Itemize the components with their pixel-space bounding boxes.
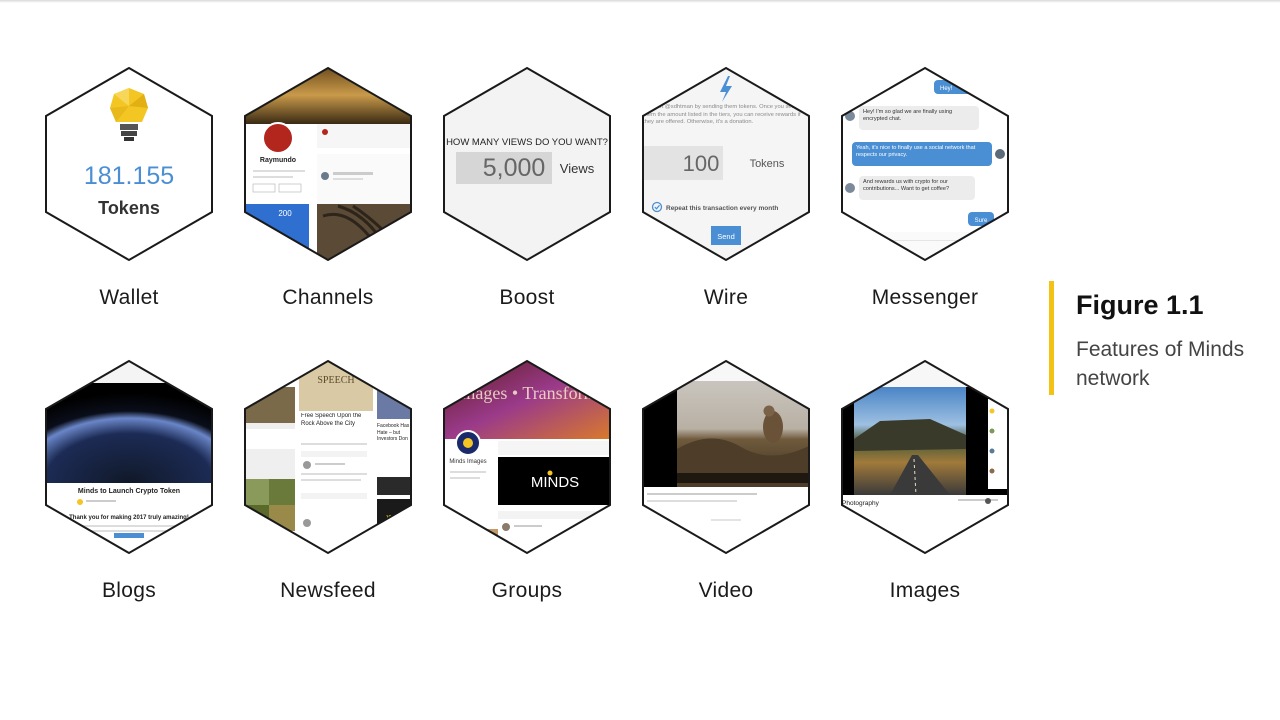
feature-label-channels: Channels [282,286,374,309]
figure-subtitle: Features of Minds network [1076,338,1245,390]
wire-intro-text: Support @sdhtman by sending them tokens.… [643,104,801,125]
boost-hexagon[interactable]: HOW MANY VIEWS DO YOU WANT? 5,000 Views [442,66,612,262]
messenger-hexagon[interactable]: Hey! Hey! I'm so glad we are finally usi… [840,66,1010,262]
svg-text:200: 200 [278,209,292,218]
feature-label-boost: Boost [499,286,555,309]
hawk-figure [763,411,783,443]
video-hexagon[interactable] [641,359,811,555]
send-button-label: Send [717,232,735,241]
blogs-hexagon[interactable]: Minds to Launch Crypto Token Thank you f… [44,359,214,555]
svg-text:Minds • Images • Transform • C: Minds • Images • Transform • Create [394,383,660,403]
wire-amount-unit: Tokens [750,158,785,170]
boost-question: HOW MANY VIEWS DO YOU WANT? [446,137,608,148]
boost-views-unit: Views [560,161,595,176]
feature-label-groups: Groups [491,579,563,602]
channel-stats-card [245,204,309,248]
wire-amount-value: 100 [683,151,720,176]
boost-views-value: 5,000 [483,154,546,182]
feature-label-video: Video [698,579,754,602]
newsfeed-post-title: Free Speech Upon the Rock Above the City [301,413,362,427]
wallet-unit: Tokens [98,198,160,218]
newsfeed-hexagon[interactable]: SPEECH Free Speech Upon the Rock Above t… [243,359,413,555]
blog-body: Thank you for making 2017 truly amazing! [69,515,189,521]
feature-label-wire: Wire [703,286,749,309]
feature-label-blogs: Blogs [101,579,157,602]
caption-accent-bar [1049,281,1054,395]
feature-label-wallet: Wallet [99,286,159,309]
channels-hexagon[interactable]: Raymundo 200 [243,66,413,262]
groups-hexagon[interactable]: Minds • Images • Transform • Create Mind… [442,359,612,555]
blog-title: Minds to Launch Crypto Token [78,488,180,495]
wire-hexagon[interactable]: Support @sdhtman by sending them tokens.… [641,66,811,262]
channel-avatar [262,122,294,154]
feature-label-newsfeed: Newsfeed [280,579,376,602]
svg-text:Hey!: Hey! [940,86,953,92]
figure-title: Figure 1.1 [1076,290,1204,320]
wallet-amount: 181.155 [84,162,174,190]
newsfeed-side-title: Facebook Has Hate – but Investors Don [377,423,410,442]
top-divider [0,0,1280,3]
group-name: Minds Images [449,459,486,465]
image-caption: Photography [842,500,880,507]
feature-label-messenger: Messenger [871,286,979,309]
channel-banner-image [245,68,411,124]
svg-text:SPEECH: SPEECH [317,375,354,386]
video-controls[interactable] [641,473,811,483]
minds-logo: MINDS [531,474,579,491]
wallet-hexagon[interactable]: 181.155 Tokens [44,66,214,262]
svg-text:Sure: Sure [975,218,988,224]
images-hexagon[interactable]: Photography [840,359,1010,555]
blog-hero-image [46,383,212,483]
channel-name: Raymundo [260,157,296,164]
repeat-label: Repeat this transaction every month [666,205,778,212]
feature-label-images: Images [889,579,961,602]
